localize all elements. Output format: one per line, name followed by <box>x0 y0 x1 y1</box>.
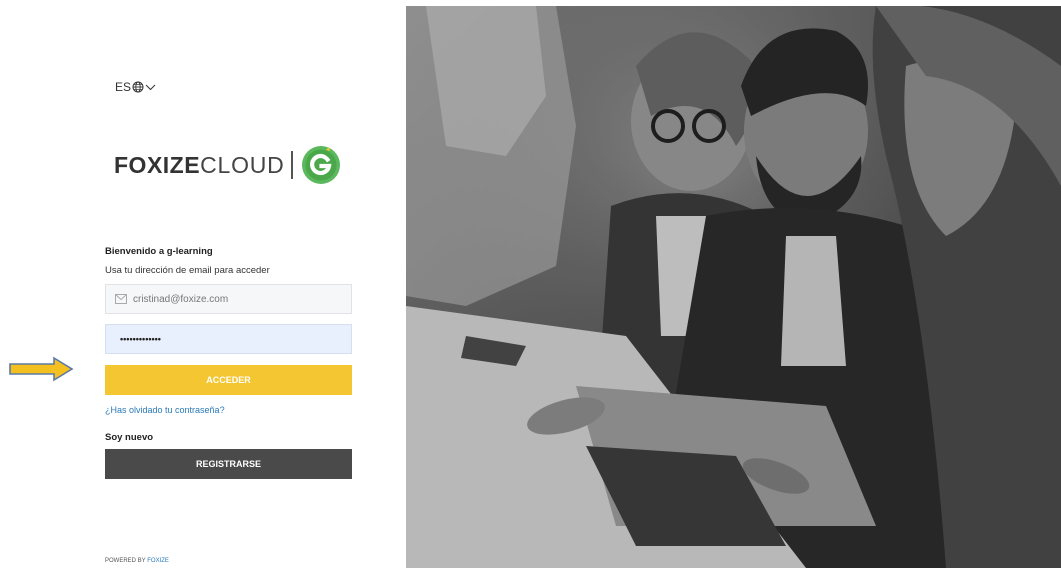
powered-by: POWERED BY FOXIZE <box>105 558 169 564</box>
new-user-heading: Soy nuevo <box>105 432 154 443</box>
language-selector[interactable]: ES <box>115 80 156 94</box>
welcome-heading: Bienvenido a g-learning <box>105 246 213 257</box>
mail-icon <box>115 294 127 304</box>
email-field[interactable]: cristinad@foxize.com <box>105 284 352 314</box>
acceder-button[interactable]: ACCEDER <box>105 365 352 395</box>
login-page: ES FOXIZE CLOUD Bienvenido a g-learning … <box>0 0 1061 568</box>
logo-separator <box>290 151 293 179</box>
hero-photo <box>406 6 1061 568</box>
team-laptop-photo <box>406 6 1061 568</box>
powered-link[interactable]: FOXIZE <box>147 558 169 564</box>
g-learning-badge-icon <box>301 146 340 184</box>
password-field[interactable]: ••••••••••••• <box>105 324 352 354</box>
globe-icon <box>132 81 144 93</box>
chevron-down-icon <box>145 84 156 91</box>
login-panel: ES FOXIZE CLOUD Bienvenido a g-learning … <box>0 0 406 568</box>
register-button[interactable]: REGISTRARSE <box>105 449 352 479</box>
powered-prefix: POWERED BY <box>105 558 146 564</box>
language-code: ES <box>115 80 132 94</box>
email-value: cristinad@foxize.com <box>133 293 229 305</box>
arrow-right-icon <box>9 356 74 382</box>
foxize-cloud-logo: FOXIZE CLOUD <box>114 142 342 188</box>
login-subtitle: Usa tu dirección de email para acceder <box>105 265 270 276</box>
forgot-password-link[interactable]: ¿Has olvidado tu contraseña? <box>105 405 225 415</box>
password-mask: ••••••••••••• <box>120 334 161 344</box>
logo-brand-light: CLOUD <box>200 151 285 178</box>
logo-brand-bold: FOXIZE <box>114 151 201 178</box>
